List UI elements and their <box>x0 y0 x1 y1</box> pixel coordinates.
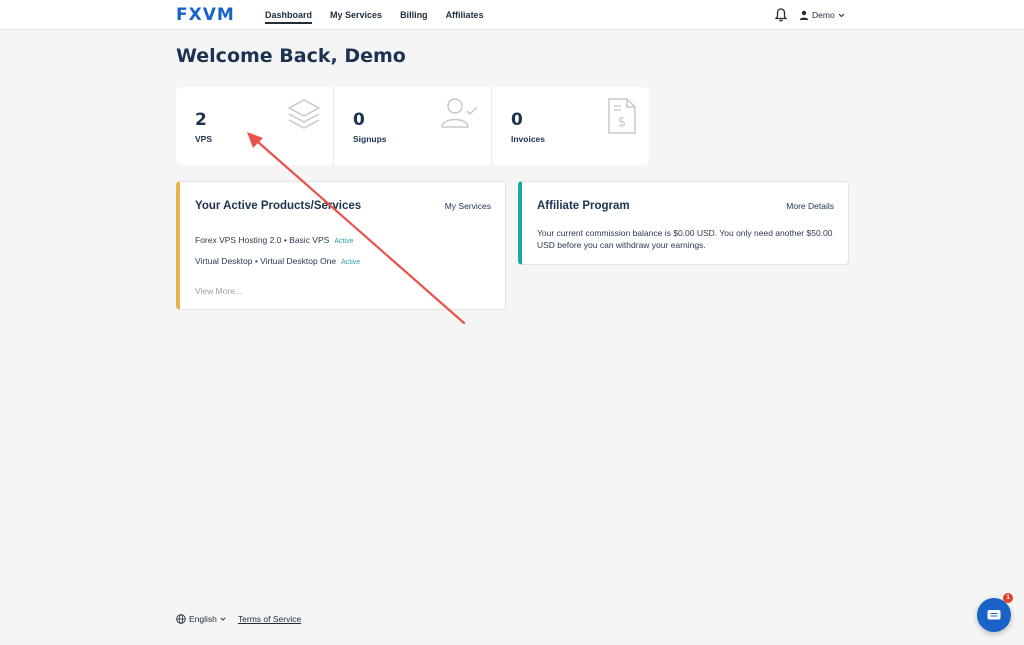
language-selector[interactable]: English <box>176 614 226 624</box>
chevron-down-icon <box>220 617 226 621</box>
stats-panel: 2 VPS 0 Signups 0 Invoices $ <box>176 87 649 165</box>
commission-text: Your current commission balance is $0.00… <box>537 228 833 250</box>
service-name: Forex VPS Hosting 2.0 • Basic VPS <box>195 235 330 245</box>
notification-badge: 1 <box>1003 593 1013 603</box>
card-title: Affiliate Program <box>537 200 630 212</box>
more-details-link[interactable]: More Details <box>786 201 834 211</box>
service-name: Virtual Desktop • Virtual Desktop One <box>195 256 337 266</box>
card-title: Your Active Products/Services <box>195 200 362 212</box>
stat-vps[interactable]: 2 VPS <box>176 87 334 165</box>
user-name: Demo <box>812 10 835 20</box>
footer: English Terms of Service <box>176 614 301 624</box>
invoice-dollar-icon: $ <box>608 98 636 134</box>
stat-invoices[interactable]: 0 Invoices $ <box>492 87 649 165</box>
service-item[interactable]: Forex VPS Hosting 2.0 • Basic VPS Active <box>195 235 353 245</box>
stat-label: Signups <box>353 134 387 144</box>
stat-value: 0 <box>353 110 365 130</box>
view-more-link[interactable]: View More... <box>195 286 242 296</box>
bell-icon[interactable] <box>775 8 787 22</box>
stat-signups[interactable]: 0 Signups <box>334 87 492 165</box>
status-badge: Active <box>341 259 361 266</box>
chat-icon <box>987 610 1001 620</box>
user-check-icon <box>441 98 478 128</box>
nav-my-services[interactable]: My Services <box>330 0 382 30</box>
layers-icon <box>288 99 320 129</box>
main-nav: Dashboard My Services Billing Affiliates <box>265 0 484 30</box>
svg-text:$: $ <box>618 115 626 130</box>
stat-value: 0 <box>511 110 523 130</box>
terms-of-service-link[interactable]: Terms of Service <box>238 614 301 624</box>
fxvm-logo[interactable]: FXVM <box>176 5 235 25</box>
service-item[interactable]: Virtual Desktop • Virtual Desktop One Act… <box>195 256 360 266</box>
user-menu[interactable]: Demo <box>799 0 845 30</box>
active-products-card: Your Active Products/Services My Service… <box>176 181 506 310</box>
status-badge: Active <box>334 238 354 245</box>
stat-label: VPS <box>195 134 213 144</box>
nav-billing[interactable]: Billing <box>400 0 428 30</box>
stat-value: 2 <box>195 110 207 130</box>
affiliate-program-card: Affiliate Program More Details Your curr… <box>518 181 849 265</box>
user-icon <box>799 10 809 20</box>
stat-label: Invoices <box>511 134 546 144</box>
page-title: Welcome Back, Demo <box>176 45 406 67</box>
my-services-link[interactable]: My Services <box>445 201 491 211</box>
globe-icon <box>176 614 186 624</box>
nav-affiliates[interactable]: Affiliates <box>446 0 484 30</box>
top-navbar: FXVM Dashboard My Services Billing Affil… <box>0 0 1024 30</box>
language-label: English <box>189 614 217 624</box>
chevron-down-icon <box>838 13 845 17</box>
nav-dashboard[interactable]: Dashboard <box>265 0 313 30</box>
chat-launcher-button[interactable] <box>977 598 1011 632</box>
